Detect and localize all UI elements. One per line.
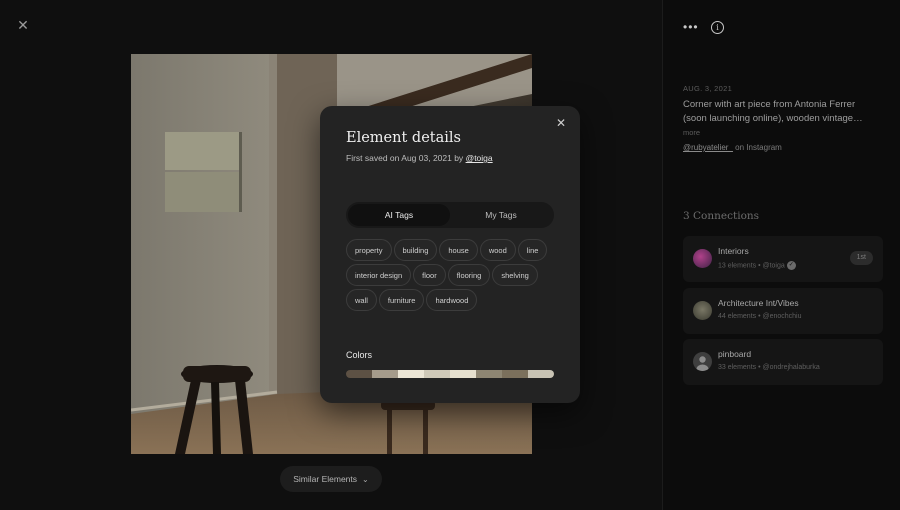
tag-chip[interactable]: hardwood bbox=[426, 289, 478, 311]
tag-chip[interactable]: wall bbox=[346, 289, 377, 311]
connections-title: 3 Connections bbox=[683, 210, 760, 222]
close-icon[interactable]: ✕ bbox=[14, 16, 32, 34]
tag-chip[interactable]: shelving bbox=[492, 264, 538, 286]
colors-heading: Colors bbox=[346, 350, 373, 360]
connection-meta: 13 elements • @toiga ✓ bbox=[718, 261, 796, 270]
chevron-down-icon: ⌄ bbox=[362, 474, 369, 484]
tag-chip[interactable]: property bbox=[346, 239, 392, 261]
modal-subtitle: First saved on Aug 03, 2021 by @toiga bbox=[346, 153, 493, 163]
color-swatch[interactable] bbox=[372, 370, 398, 378]
source-attribution: @rubyatelier_ on Instagram bbox=[683, 143, 782, 152]
color-swatch[interactable] bbox=[346, 370, 372, 378]
tab-ai-tags[interactable]: AI Tags bbox=[348, 204, 450, 226]
avatar bbox=[693, 352, 712, 371]
tag-tabs: AI Tags My Tags bbox=[346, 202, 554, 228]
connection-card[interactable]: Interiors 13 elements • @toiga ✓ 1st bbox=[683, 236, 883, 282]
connection-meta: 44 elements • @enochchiu bbox=[718, 313, 802, 320]
connection-meta-text: 13 elements • @toiga bbox=[718, 262, 785, 270]
tag-chip[interactable]: interior design bbox=[346, 264, 412, 286]
avatar bbox=[693, 249, 712, 268]
verified-icon: ✓ bbox=[786, 261, 796, 270]
saved-date: AUG. 3, 2021 bbox=[683, 84, 733, 93]
color-swatch[interactable] bbox=[528, 370, 554, 378]
color-swatch[interactable] bbox=[424, 370, 450, 378]
connection-name: Architecture Int/Vibes bbox=[718, 298, 799, 308]
source-platform: on Instagram bbox=[735, 143, 782, 152]
close-icon[interactable]: ✕ bbox=[554, 116, 568, 130]
info-icon[interactable]: i bbox=[711, 21, 724, 34]
tag-chip[interactable]: flooring bbox=[447, 264, 491, 286]
more-link[interactable]: more bbox=[683, 128, 700, 137]
saved-date-text: First saved on Aug 03, 2021 by bbox=[346, 153, 464, 163]
connection-name: Interiors bbox=[718, 246, 749, 256]
tag-chip[interactable]: house bbox=[439, 239, 478, 261]
tag-chip[interactable]: furniture bbox=[378, 289, 425, 311]
element-description: Corner with art piece from Antonia Ferre… bbox=[683, 99, 863, 124]
tag-chip[interactable]: floor bbox=[413, 264, 446, 286]
modal-title: Element details bbox=[346, 130, 461, 146]
tab-my-tags[interactable]: My Tags bbox=[450, 204, 552, 226]
connection-badge: 1st bbox=[849, 251, 873, 265]
similar-elements-label: Similar Elements bbox=[293, 474, 358, 484]
connection-name: pinboard bbox=[718, 349, 752, 359]
more-options-icon[interactable]: ••• bbox=[683, 20, 699, 34]
color-swatch[interactable] bbox=[476, 370, 502, 378]
connection-card[interactable]: pinboard 33 elements • @ondrejhalaburka bbox=[683, 339, 883, 385]
avatar bbox=[693, 301, 712, 320]
color-swatch[interactable] bbox=[398, 370, 424, 378]
tag-chip[interactable]: wood bbox=[479, 239, 516, 261]
tag-chip[interactable]: building bbox=[393, 239, 438, 261]
element-details-modal: ✕ Element details First saved on Aug 03,… bbox=[320, 106, 580, 403]
details-sidebar: ••• i AUG. 3, 2021 Corner with art piece… bbox=[662, 0, 900, 510]
tag-chip[interactable]: line bbox=[517, 239, 548, 261]
color-palette bbox=[346, 370, 554, 378]
saved-by-user-link[interactable]: @toiga bbox=[466, 153, 493, 163]
similar-elements-button[interactable]: Similar Elements ⌄ bbox=[280, 466, 382, 492]
connection-meta: 33 elements • @ondrejhalaburka bbox=[718, 364, 820, 371]
connection-card[interactable]: Architecture Int/Vibes 44 elements • @en… bbox=[683, 288, 883, 334]
source-handle-link[interactable]: @rubyatelier_ bbox=[683, 143, 733, 152]
color-swatch[interactable] bbox=[450, 370, 476, 378]
color-swatch[interactable] bbox=[502, 370, 528, 378]
tag-list: property building house wood line interi… bbox=[346, 239, 556, 311]
